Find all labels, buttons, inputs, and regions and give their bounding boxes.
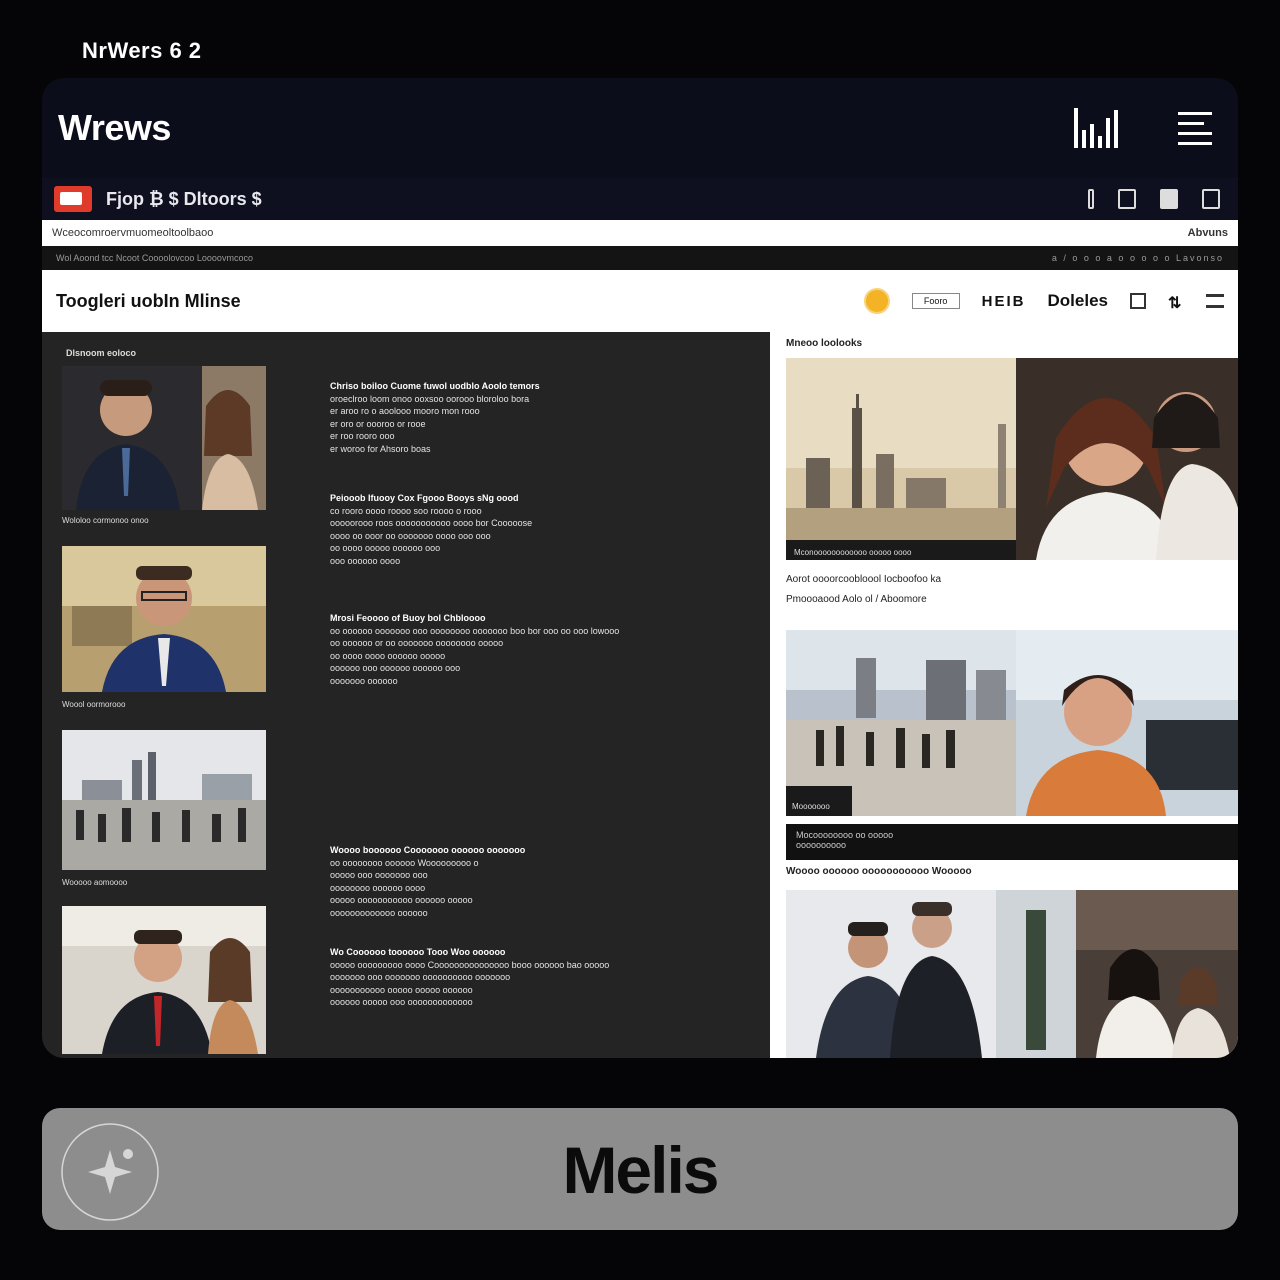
page-title: Toogleri uobIn Mlinse	[56, 290, 241, 311]
news-story[interactable]: Wo Coooooo toooooo Tooo Woo oooooo ooooo…	[330, 946, 750, 1009]
story-line: oo oooooo or oo ooooooo oooooooo ooooo	[330, 638, 504, 648]
news-thumbnail[interactable]	[62, 366, 266, 510]
image-caption: Mconoooooooooooo ooooo oooo	[794, 548, 912, 557]
signal-icon[interactable]	[1074, 108, 1118, 148]
right-headline-line: Pmoooaood Aolo ol / Aboomore	[786, 594, 927, 605]
thumbnail-caption: Wololoo cormonoo onoo	[62, 516, 149, 525]
sub-nav: Wol Aoond tcc Ncoot Coooolovcoo Loooovmc…	[42, 246, 1238, 270]
story-line: ooooorooo roos ooooooooooo oooo bor Cooo…	[330, 518, 533, 528]
top-caption: NrWers 6 2	[82, 38, 202, 63]
app-window: Wrews Fjop ₿ $ Dltoors $ Wceocomroervmuo…	[42, 78, 1238, 1058]
story-line: oo oooo oooo oooooo ooooo	[330, 650, 446, 661]
story-line: oo oooooooo oooooo Wooooooooo o	[330, 857, 479, 868]
story-line: er oro or oooroo or rooe	[330, 418, 426, 429]
address-text: Wceocomroervmuomeoltoolbaoo	[52, 227, 214, 239]
right-headline[interactable]: Aorot oooorcoobloool Iocboofoo ka Pmoooa…	[786, 570, 1206, 610]
app-title: Wrews	[58, 107, 171, 148]
story-headline[interactable]: Peiooob Ifuooy Cox Fgooo Booys sNg oood	[330, 492, 750, 505]
story-line: co rooro oooo roooo soo roooo o rooo	[330, 505, 482, 516]
right-section-label: Mneoo loolooks	[786, 338, 863, 349]
news-story[interactable]: Chriso boiloo Cuome fuwol uodblo Aoolo t…	[330, 380, 750, 455]
story-line: er aroo ro o aoolooo mooro mon rooo	[330, 406, 480, 416]
address-bar[interactable]: Wceocomroervmuomeoltoolbaoo Abvuns	[42, 220, 1238, 246]
page-header: Toogleri uobIn Mlinse Fooro HEIB Doleles…	[42, 270, 1238, 332]
window-icon[interactable]	[1118, 189, 1136, 209]
sub-nav-right[interactable]: a / o o o a o o o o o Lavonso	[1052, 253, 1224, 263]
news-thumbnail[interactable]	[62, 906, 266, 1054]
site-logo-icon[interactable]	[54, 186, 92, 212]
page-search-field[interactable]: Fooro	[911, 293, 960, 309]
story-line: oooooooo oooooo oooo	[330, 882, 426, 893]
news-feed-left: Dlsnoom eoloco Wololoo cormonoo onoo Woo…	[42, 332, 770, 1058]
story-line: oooooo ooo oooooo oooooo ooo	[330, 663, 461, 673]
story-band[interactable]: Mocoooooooo oo ooooo oooooooooo	[786, 824, 1238, 860]
story-line: ooo oooooo oooo	[330, 555, 401, 566]
story-headline[interactable]: Mrosi Feoooo of Buoy bol Chbloooo	[330, 612, 750, 625]
bottom-banner: Melis	[42, 1108, 1238, 1230]
story-line: ooooooo ooo ooooooo oooooooooo ooooooo	[330, 972, 511, 982]
section-label: Dlsnoom eoloco	[66, 348, 137, 358]
header-icons	[1074, 108, 1212, 148]
tab-icons	[1088, 189, 1220, 209]
story-line: oo oooooo ooooooo ooo oooooooo ooooooo b…	[330, 625, 620, 636]
address-action[interactable]: Abvuns	[1188, 227, 1228, 239]
save-icon[interactable]	[1160, 189, 1178, 209]
story-line: ooooooo oooooo	[330, 675, 398, 686]
story-headline[interactable]: Woooo boooooo Cooooooo oooooo ooooooo	[330, 844, 750, 857]
tab-bar: Fjop ₿ $ Dltoors $	[42, 178, 1238, 220]
news-image-city[interactable]	[786, 358, 1016, 560]
app-header: Wrews	[42, 78, 1238, 178]
story-line: ooooo ooo ooooooo ooo	[330, 870, 428, 880]
news-story[interactable]: Woooo boooooo Cooooooo oooooo ooooooo oo…	[330, 844, 750, 919]
story-line: er roo rooro ooo	[330, 431, 395, 441]
news-story[interactable]: Peiooob Ifuooy Cox Fgooo Booys sNg oood …	[330, 492, 750, 567]
share-icon[interactable]	[1202, 189, 1220, 209]
story-line: ooooooooooooo oooooo	[330, 907, 428, 918]
news-image-group[interactable]	[786, 890, 1076, 1058]
banner-title: Melis	[562, 1133, 719, 1207]
thumbnail-caption: Woool oormorooo	[62, 700, 126, 709]
story-line: ooooo ooooooooooo oooooo ooooo	[330, 895, 473, 905]
story-line: oo oooo ooooo oooooo ooo	[330, 543, 441, 553]
story-line: ooooo ooooooooo oooo Cooooooooooooooo bo…	[330, 959, 610, 970]
page-section-label[interactable]: Doleles	[1048, 291, 1108, 311]
story-line: er woroo for Ahsoro boas	[330, 443, 431, 454]
right-headline-line: Aorot oooorcoobloool Iocboofoo ka	[786, 574, 942, 585]
story-headline[interactable]: Wo Coooooo toooooo Tooo Woo oooooo	[330, 946, 750, 959]
news-thumbnail[interactable]	[62, 546, 266, 692]
sub-nav-left[interactable]: Wol Aoond tcc Ncoot Coooolovcoo Loooovmc…	[56, 253, 253, 263]
list-icon[interactable]	[1206, 294, 1224, 308]
news-feed-right: Mneoo loolooks Mconoooooooooooo ooooo oo…	[770, 332, 1238, 1058]
page-header-tools: Fooro HEIB Doleles ⇅	[863, 288, 1224, 314]
menu-icon[interactable]	[1178, 111, 1212, 145]
pipe-icon[interactable]	[1088, 189, 1094, 209]
band-text: oooooooooo	[796, 840, 847, 850]
story-line: ooooooooooo ooooo ooooo oooooo	[330, 984, 473, 995]
story-line: oooooo ooooo ooo ooooooooooooo	[330, 997, 473, 1007]
sort-icon[interactable]: ⇅	[1168, 293, 1184, 312]
bookmark-icon[interactable]	[1130, 293, 1146, 309]
tab-title[interactable]: Fjop ₿ $ Dltoors $	[106, 189, 262, 210]
image-caption: Mooooooo	[792, 802, 830, 811]
story-line: oroeclroo loom onoo ooxsoo oorooo blorol…	[330, 393, 530, 404]
news-image-women[interactable]	[1076, 890, 1238, 1058]
band-text: Mocoooooooo oo ooooo	[796, 830, 894, 840]
news-image-anchor[interactable]	[1016, 630, 1238, 816]
page-mini-label[interactable]: HEIB	[982, 293, 1026, 310]
story-line: oooo oo ooor oo ooooooo oooo ooo ooo	[330, 530, 491, 541]
thumbnail-caption: Wooooo aomoooo	[62, 878, 128, 887]
news-thumbnail[interactable]	[62, 730, 266, 870]
news-story[interactable]: Mrosi Feoooo of Buoy bol Chbloooo oo ooo…	[330, 612, 750, 687]
news-image-plaza[interactable]	[786, 630, 1016, 816]
coin-icon[interactable]	[863, 288, 890, 314]
bottom-section-label: Woooo oooooo ooooooooooo Wooooo	[786, 866, 972, 877]
story-headline[interactable]: Chriso boiloo Cuome fuwol uodblo Aoolo t…	[330, 380, 750, 393]
news-image-portrait[interactable]	[1016, 358, 1238, 560]
